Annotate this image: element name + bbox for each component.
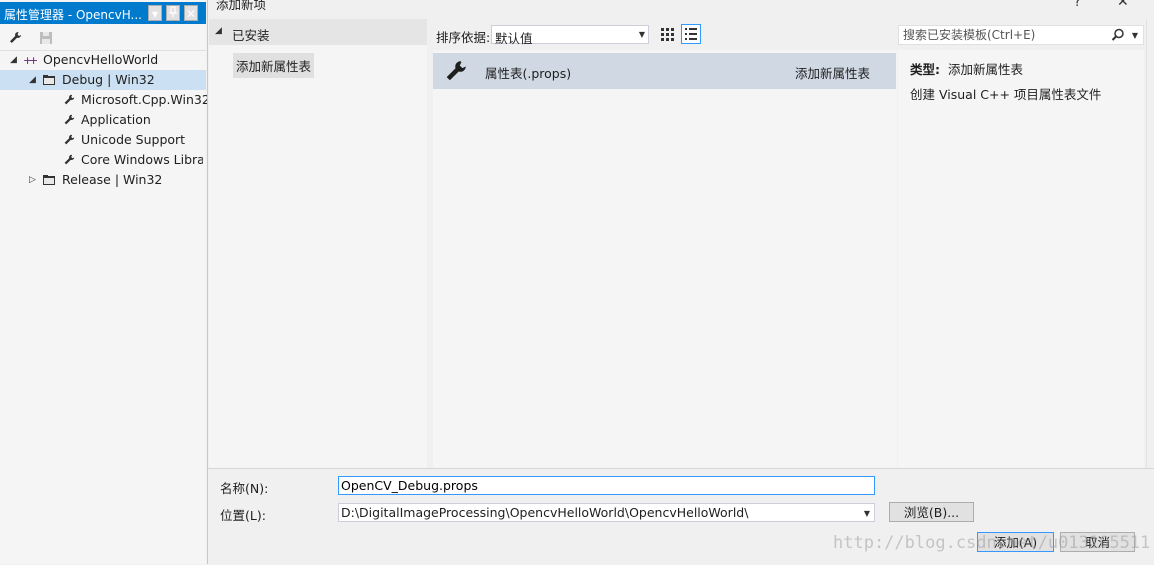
pin-icon[interactable] (166, 5, 180, 21)
tree-item-label: Core Windows Librar (81, 152, 203, 167)
location-label: 位置(L): (220, 508, 266, 523)
type-label: 类型: (910, 62, 940, 77)
wrench-icon[interactable] (7, 30, 23, 46)
dialog-title: 添加新项 (216, 0, 267, 12)
close-icon[interactable]: ✕ (184, 5, 198, 21)
wrench-icon (444, 59, 468, 83)
wrench-icon (62, 113, 76, 127)
svg-text:+: + (29, 54, 37, 67)
grid-view-icon[interactable] (659, 26, 677, 44)
collapsed-arrow-icon[interactable]: ▷ (29, 170, 39, 190)
pane-divider (1146, 19, 1154, 468)
tree-item-label: Release | Win32 (62, 172, 163, 187)
chevron-down-icon[interactable]: ▼ (1132, 31, 1138, 40)
description-text: 创建 Visual C++ 项目属性表文件 (910, 87, 1102, 102)
tree-item-debug-config[interactable]: ◢ Debug | Win32 (0, 70, 206, 90)
wrench-icon (62, 153, 76, 167)
help-button[interactable]: ? (1074, 0, 1081, 10)
watermark: http://blog.csdn.net/u013105511 (833, 533, 1151, 553)
tree-item-project[interactable]: ◢ + + OpencvHelloWorld (0, 50, 206, 70)
tree-item-property-sheet[interactable]: Core Windows Librar (0, 150, 206, 170)
expanded-arrow-icon[interactable]: ◢ (29, 70, 39, 90)
template-list-pane (433, 50, 897, 468)
search-icon[interactable] (1111, 28, 1125, 42)
browse-button[interactable]: 浏览(B)... (889, 502, 974, 522)
chevron-down-icon[interactable]: ▾ (148, 5, 162, 21)
category-installed-header[interactable]: ◢ 已安装 (209, 19, 427, 45)
type-value: 添加新属性表 (947, 62, 1023, 77)
wrench-icon (62, 93, 76, 107)
location-select[interactable]: D:\DigitalImageProcessing\OpencvHelloWor… (338, 503, 875, 522)
description-type: 类型: 添加新属性表 (910, 59, 1023, 78)
search-box[interactable]: ▼ (898, 25, 1144, 45)
tree-item-label: Unicode Support (81, 132, 186, 147)
sort-label: 排序依据: (436, 30, 491, 45)
save-icon[interactable] (38, 30, 54, 46)
name-label: 名称(N): (220, 481, 269, 496)
tree-item-release-config[interactable]: ▷ Release | Win32 (0, 170, 206, 190)
category-header-label: 已安装 (232, 28, 270, 43)
tree-item-label: Application (81, 112, 151, 127)
tree-item-label: Debug | Win32 (62, 72, 155, 87)
template-type: 添加新属性表 (795, 66, 871, 81)
sort-select[interactable]: 默认值 ▼ (491, 25, 649, 46)
category-item-add-property-sheet[interactable]: 添加新属性表 (233, 53, 315, 78)
name-field[interactable] (338, 476, 875, 495)
close-icon[interactable]: ✕ (1117, 0, 1129, 10)
template-item-props[interactable]: 属性表(.props) 添加新属性表 (433, 53, 896, 89)
tree-item-property-sheet[interactable]: Unicode Support (0, 130, 206, 150)
project-icon: + + (23, 53, 38, 67)
search-input[interactable] (901, 27, 1115, 43)
template-name: 属性表(.props) (485, 66, 572, 81)
chevron-down-icon: ▼ (638, 30, 645, 39)
folder-icon (42, 73, 56, 87)
property-manager-title-bar[interactable]: 属性管理器 - OpencvH... ▾ ✕ (0, 2, 206, 24)
property-manager-toolbar (0, 26, 206, 51)
description-pane (898, 50, 1144, 468)
sort-value: 默认值 (495, 31, 533, 46)
tree-item-label: Microsoft.Cpp.Win32 (81, 92, 210, 107)
panel-title: 属性管理器 - OpencvH... (4, 8, 142, 22)
tree-item-label: OpencvHelloWorld (43, 52, 159, 67)
expanded-arrow-icon[interactable]: ◢ (215, 26, 222, 36)
tree-item-property-sheet[interactable]: Microsoft.Cpp.Win32 (0, 90, 210, 110)
tree-item-property-sheet[interactable]: Application (0, 110, 206, 130)
category-pane (209, 19, 427, 468)
expanded-arrow-icon[interactable]: ◢ (10, 50, 20, 70)
location-value: D:\DigitalImageProcessing\OpencvHelloWor… (341, 505, 749, 520)
wrench-icon (62, 133, 76, 147)
folder-icon (42, 173, 56, 187)
list-view-icon[interactable] (681, 24, 701, 44)
chevron-down-icon[interactable]: ▼ (864, 509, 870, 518)
